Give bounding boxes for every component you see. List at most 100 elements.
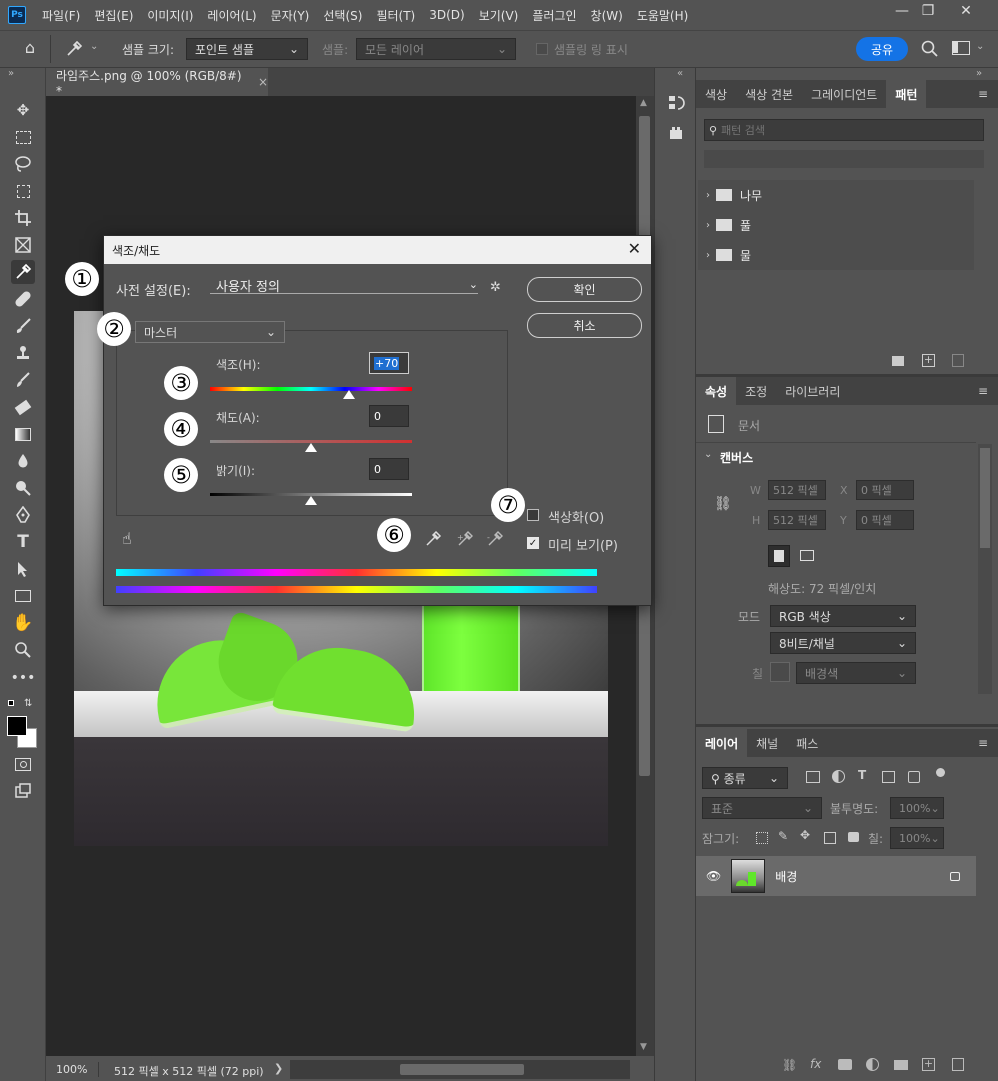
tab-adjustments[interactable]: 조정 [736, 377, 776, 405]
tab-patterns[interactable]: 패턴 [886, 80, 927, 108]
new-adjustment-layer-icon[interactable] [866, 1058, 879, 1071]
saturation-field[interactable]: 0 [369, 405, 409, 427]
swap-colors-icon[interactable]: ⇅ [24, 698, 32, 709]
panel-menu-icon[interactable]: ≡ [978, 736, 988, 750]
eyedropper-icon[interactable] [424, 530, 442, 548]
fill-color-swatch[interactable] [770, 662, 790, 682]
tab-layers[interactable]: 레이어 [696, 729, 748, 757]
workspace-icon[interactable] [952, 41, 970, 55]
filter-toggle-icon[interactable] [936, 768, 945, 777]
width-field[interactable]: 512 픽셀 [768, 480, 826, 500]
color-mode-select[interactable]: RGB 색상 ⌄ [770, 605, 916, 627]
channel-select[interactable]: 마스터 ⌄ [135, 321, 285, 343]
quick-mask-icon[interactable] [11, 752, 35, 776]
clone-stamp-tool-icon[interactable] [11, 341, 35, 365]
document-tab[interactable]: 라임주스.png @ 100% (RGB/8#) * × [46, 68, 268, 98]
menu-layer[interactable]: 레이어(L) [207, 7, 256, 24]
pen-tool-icon[interactable] [11, 503, 35, 527]
layer-name[interactable]: 배경 [775, 868, 797, 885]
collapse-toolbar-icon[interactable]: » [8, 68, 14, 79]
new-group-folder-icon[interactable] [892, 356, 904, 366]
hue-slider-track[interactable] [210, 387, 412, 391]
delete-layer-icon[interactable] [952, 1058, 964, 1071]
lock-all-icon[interactable] [848, 832, 859, 842]
healing-brush-tool-icon[interactable] [11, 287, 35, 311]
tab-color[interactable]: 색상 [696, 80, 736, 108]
smart-object-filter-icon[interactable] [908, 771, 920, 783]
eyedropper-icon[interactable] [64, 39, 84, 59]
preset-select[interactable]: 사용자 정의 ⌄ [210, 278, 478, 295]
marquee-tool-icon[interactable] [11, 125, 35, 149]
saturation-slider-thumb[interactable] [305, 443, 317, 452]
menu-view[interactable]: 보기(V) [479, 7, 519, 24]
lock-transparent-icon[interactable] [756, 832, 768, 844]
dodge-tool-icon[interactable] [11, 476, 35, 500]
preset-options-gear-icon[interactable]: ✲ [490, 280, 501, 295]
more-tools-icon[interactable]: ••• [11, 666, 36, 690]
chevron-right-icon[interactable]: › [706, 250, 710, 261]
x-field[interactable]: 0 픽셀 [856, 480, 914, 500]
screen-mode-icon[interactable] [11, 779, 35, 803]
tab-channels[interactable]: 채널 [747, 729, 787, 757]
eye-visibility-icon[interactable]: 👁 [706, 869, 721, 883]
sample-select[interactable]: 모든 레이어 ⌄ [356, 38, 516, 60]
bit-depth-select[interactable]: 8비트/채널 ⌄ [770, 632, 916, 654]
tab-gradients[interactable]: 그레이디언트 [802, 80, 886, 108]
pixel-filter-icon[interactable] [806, 771, 820, 783]
preview-checkbox[interactable]: ✓ [527, 537, 539, 549]
shape-filter-icon[interactable] [882, 771, 895, 783]
scroll-down-icon[interactable]: ▼ [640, 1042, 647, 1052]
pattern-group-row[interactable]: › 풀 [698, 210, 974, 240]
collapse-dock-icon[interactable]: « [677, 68, 683, 79]
menu-window[interactable]: 창(W) [591, 7, 623, 24]
menu-file[interactable]: 파일(F) [42, 7, 80, 24]
lock-position-icon[interactable]: ✥ [800, 828, 810, 842]
menu-type[interactable]: 문자(Y) [271, 7, 310, 24]
hue-slider-thumb[interactable] [343, 390, 356, 399]
opacity-field[interactable]: 100% ⌄ [890, 797, 944, 819]
lightness-field[interactable]: 0 [369, 458, 409, 480]
share-button[interactable]: 공유 [856, 37, 908, 61]
history-brush-tool-icon[interactable] [11, 368, 35, 392]
menu-edit[interactable]: 편집(E) [94, 7, 133, 24]
eyedropper-tool-icon[interactable] [11, 260, 35, 284]
path-selection-tool-icon[interactable] [11, 557, 35, 581]
ok-button[interactable]: 확인 [527, 277, 642, 302]
portrait-orientation-icon[interactable] [768, 545, 790, 567]
link-icon[interactable]: ⛓ [714, 496, 732, 512]
lightness-slider-thumb[interactable] [305, 496, 317, 505]
close-window-button[interactable]: ✕ [948, 0, 984, 22]
lasso-tool-icon[interactable] [11, 152, 35, 176]
pattern-search-input[interactable] [721, 123, 962, 137]
rectangle-tool-icon[interactable] [11, 584, 35, 608]
frame-tool-icon[interactable] [11, 233, 35, 257]
blend-mode-select[interactable]: 표준 ⌄ [702, 797, 822, 819]
menu-help[interactable]: 도움말(H) [637, 7, 689, 24]
add-mask-icon[interactable] [838, 1059, 852, 1070]
landscape-orientation-icon[interactable] [796, 545, 818, 567]
zoom-tool-icon[interactable] [11, 638, 35, 662]
show-ring-checkbox[interactable] [536, 43, 548, 55]
close-tab-icon[interactable]: × [258, 75, 268, 89]
tab-paths[interactable]: 패스 [787, 729, 827, 757]
horizontal-scrollbar[interactable] [290, 1060, 630, 1079]
lock-artboard-icon[interactable] [824, 832, 836, 844]
new-pattern-icon[interactable]: + [922, 354, 935, 367]
fill-opacity-field[interactable]: 100% ⌄ [890, 827, 944, 849]
type-tool-icon[interactable]: T [11, 530, 35, 554]
chevron-down-icon[interactable]: ⌄ [704, 449, 712, 460]
new-layer-icon[interactable]: + [922, 1058, 935, 1071]
default-colors-icon[interactable] [8, 700, 18, 710]
menu-image[interactable]: 이미지(I) [147, 7, 193, 24]
lock-pixels-icon[interactable]: ✎ [778, 829, 788, 843]
object-selection-tool-icon[interactable] [11, 179, 35, 203]
menu-3d[interactable]: 3D(D) [429, 8, 464, 22]
add-to-sample-eyedropper-icon[interactable]: + [456, 530, 474, 548]
layer-filter-select[interactable]: ⚲ 종류 ⌄ [702, 767, 788, 789]
fill-select[interactable]: 배경색 ⌄ [796, 662, 916, 684]
properties-scrollbar[interactable] [978, 444, 992, 694]
targeted-adjustment-hand-icon[interactable]: ☝ [122, 529, 132, 548]
new-group-icon[interactable] [894, 1060, 908, 1070]
scrollbar-thumb[interactable] [400, 1064, 524, 1075]
menu-filter[interactable]: 필터(T) [376, 7, 415, 24]
